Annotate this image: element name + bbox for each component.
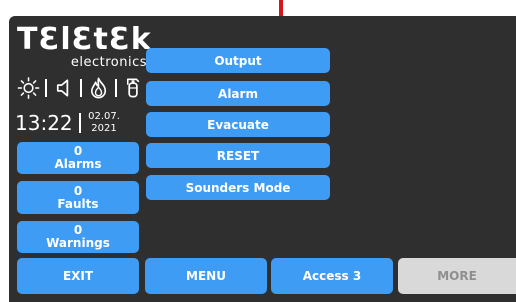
icon-separator (45, 79, 47, 97)
evacuate-button[interactable]: Evacuate (146, 112, 330, 137)
alarms-label: Alarms (54, 157, 102, 171)
output-button[interactable]: Output (146, 48, 330, 73)
more-button[interactable]: MORE (398, 258, 516, 294)
reset-button[interactable]: RESET (146, 143, 330, 168)
warnings-label: Warnings (46, 236, 110, 250)
clock-date-day: 02.07. (88, 111, 120, 122)
faults-count: 0 (73, 183, 83, 198)
clock-date: 02.07. 2021 (86, 111, 122, 135)
clock-date-year: 2021 (91, 123, 117, 134)
clock-time: 13:22 (15, 111, 73, 135)
fire-icon (90, 77, 107, 99)
sun-icon (17, 77, 40, 99)
clock-display: 13:22 02.07. 2021 (13, 110, 145, 138)
faults-counter-button[interactable]: 0 Faults (17, 181, 139, 214)
teletek-logo: TƐlƐtƐk electronics (17, 22, 152, 72)
icon-separator (115, 79, 117, 97)
logo-brand: TƐlƐtƐk (17, 22, 152, 57)
access-level-button[interactable]: Access 3 (271, 258, 393, 294)
fire-extinguisher-icon (126, 78, 140, 98)
status-icon-row (17, 76, 145, 100)
faults-label: Faults (57, 196, 99, 211)
exit-button[interactable]: EXIT (17, 258, 139, 294)
alarm-button[interactable]: Alarm (146, 81, 330, 106)
clock-separator (79, 113, 81, 133)
sounders-mode-button[interactable]: Sounders Mode (146, 175, 330, 200)
icon-separator (80, 79, 82, 97)
page: TƐlƐtƐk electronics 13:22 02.07. 2021 0 … (0, 0, 516, 302)
logo-subtitle: electronics (70, 55, 147, 70)
alarms-counter-button[interactable]: 0 Alarms (17, 142, 139, 174)
menu-button[interactable]: MENU (145, 258, 267, 294)
panel-screen: TƐlƐtƐk electronics 13:22 02.07. 2021 0 … (9, 16, 516, 302)
warnings-counter-button[interactable]: 0 Warnings (17, 221, 139, 253)
speaker-icon (56, 79, 69, 97)
